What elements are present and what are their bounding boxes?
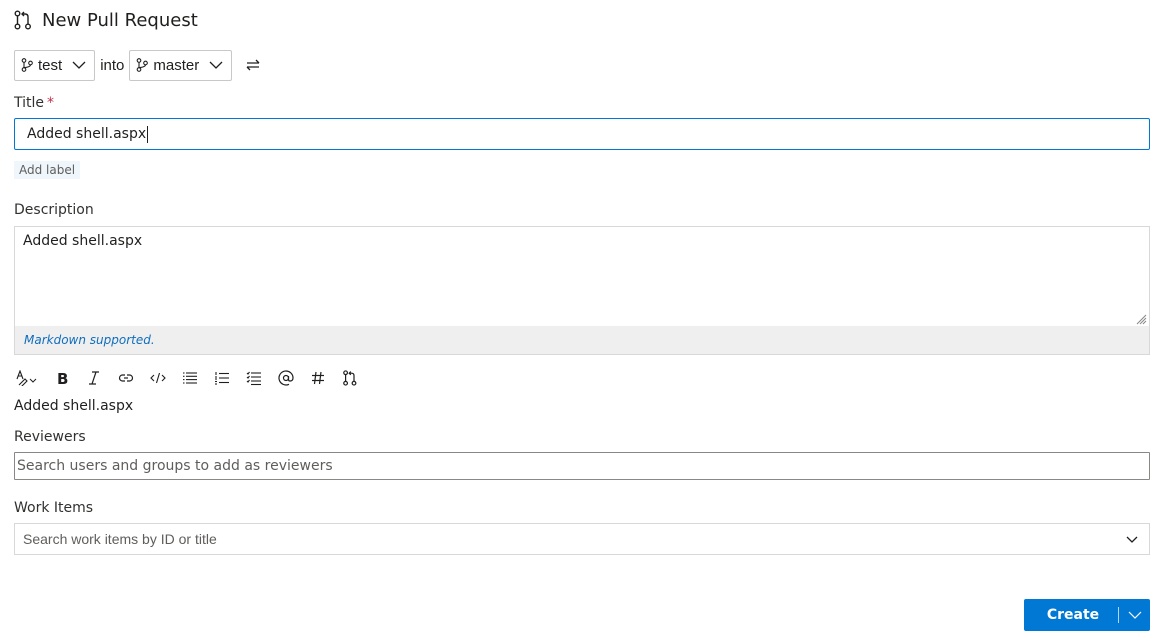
reviewers-label: Reviewers (14, 429, 86, 445)
format-button[interactable] (14, 367, 46, 389)
bulleted-list-icon (183, 372, 197, 384)
branch-icon (137, 58, 149, 72)
markdown-footer: Markdown supported. (15, 326, 1149, 354)
format-icon (16, 370, 37, 386)
chevron-down-icon[interactable] (1125, 534, 1139, 546)
title-label: Title * (14, 95, 54, 111)
link-icon (118, 374, 134, 382)
svg-text:B: B (57, 370, 68, 386)
reviewers-search-input[interactable]: Search users and groups to add as review… (14, 452, 1150, 480)
work-item-hash-icon (312, 371, 324, 385)
task-list-icon (246, 371, 261, 386)
add-label-button[interactable]: Add label (14, 161, 81, 179)
create-options-dropdown[interactable] (1119, 599, 1150, 631)
create-split-button: Create (1024, 599, 1150, 631)
chevron-down-icon (72, 61, 86, 69)
chevron-down-icon (1128, 611, 1141, 619)
source-branch-dropdown[interactable]: test (14, 49, 96, 81)
work-items-placeholder: Search work items by ID or title (23, 531, 217, 547)
description-preview: Added shell.aspx (14, 398, 134, 414)
page-header: New Pull Request (14, 8, 198, 32)
target-branch-label: master (153, 56, 200, 74)
required-marker: * (47, 95, 55, 111)
mention-button[interactable] (270, 367, 302, 389)
page-title: New Pull Request (42, 9, 198, 31)
into-label: into (100, 56, 125, 74)
mention-icon (278, 370, 294, 386)
work-item-hash-button[interactable] (302, 367, 334, 389)
task-list-button[interactable] (238, 367, 270, 389)
numbered-list-icon (215, 372, 229, 385)
code-button[interactable] (142, 367, 174, 389)
branch-selector-row: test into master (14, 49, 262, 81)
pull-request-icon (343, 370, 357, 386)
title-input-value: Added shell.aspx (27, 126, 147, 142)
pull-request-mention-button[interactable] (334, 367, 366, 389)
italic-icon (89, 371, 99, 385)
chevron-down-icon (209, 61, 223, 69)
swap-arrows-icon[interactable] (244, 57, 262, 73)
bold-icon: B (57, 370, 68, 386)
numbered-list-button[interactable] (206, 367, 238, 389)
create-button[interactable]: Create (1024, 599, 1118, 631)
formatting-toolbar: B (14, 367, 366, 389)
bold-button[interactable]: B (46, 367, 78, 389)
markdown-supported-link[interactable]: Markdown supported. (24, 333, 155, 347)
code-icon (150, 372, 166, 384)
bulleted-list-button[interactable] (174, 367, 206, 389)
branch-icon (21, 58, 33, 72)
pull-request-icon (14, 10, 31, 30)
target-branch-dropdown[interactable]: master (129, 49, 233, 81)
source-branch-label: test (38, 56, 63, 74)
reviewers-placeholder: Search users and groups to add as review… (17, 458, 333, 474)
description-textarea[interactable]: Added shell.aspx Markdown supported. (14, 226, 1150, 355)
resize-handle-icon[interactable] (1135, 313, 1147, 325)
italic-button[interactable] (78, 367, 110, 389)
work-items-search-input[interactable]: Search work items by ID or title (14, 523, 1150, 555)
title-label-text: Title (14, 95, 45, 111)
title-input[interactable]: Added shell.aspx (14, 118, 1150, 150)
description-label: Description (14, 202, 94, 218)
link-button[interactable] (110, 367, 142, 389)
description-value: Added shell.aspx (23, 233, 143, 249)
work-items-label: Work Items (14, 500, 94, 516)
text-caret (147, 125, 149, 143)
